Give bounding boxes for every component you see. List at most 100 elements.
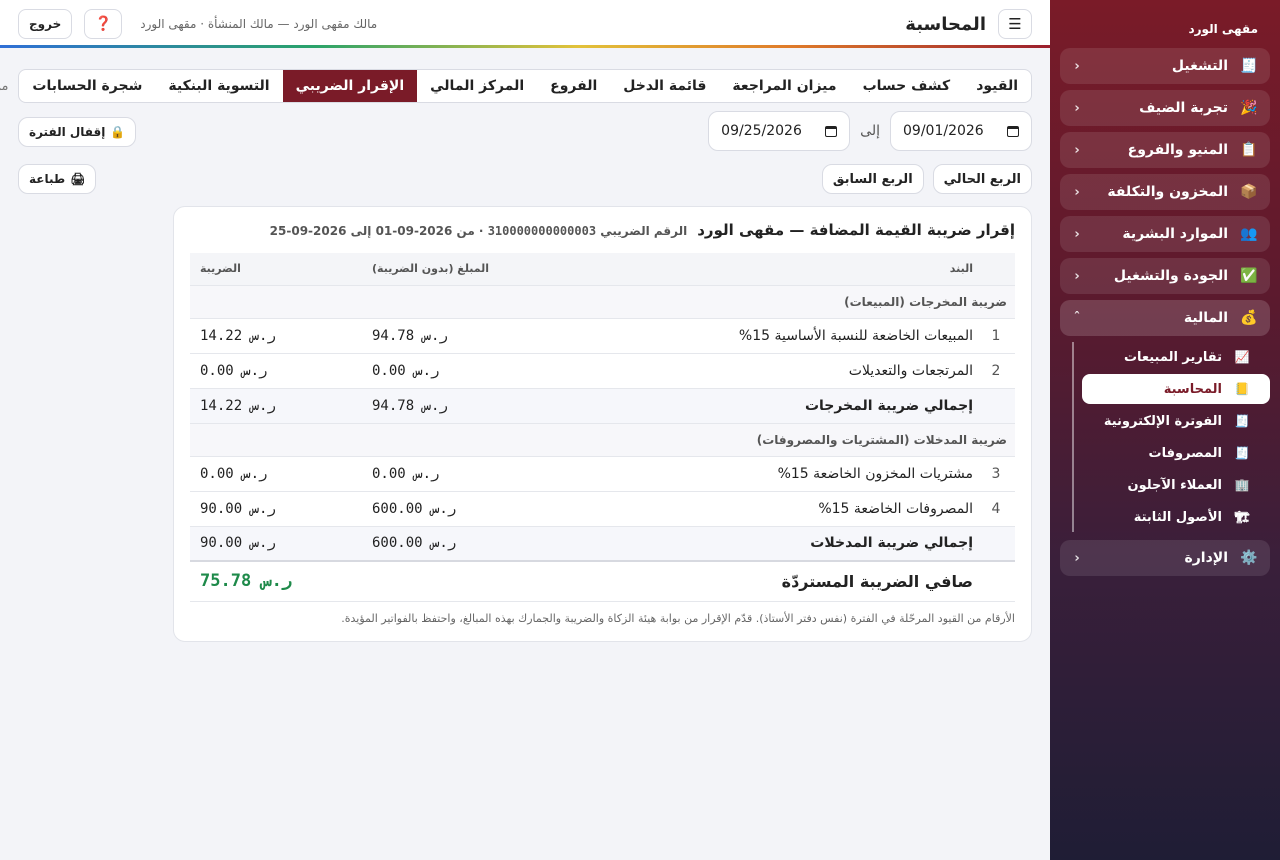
sidebar-subitem-fixed-assets[interactable]: 🏗 الأصول الثابتة (1082, 502, 1270, 532)
current-quarter-button[interactable]: الربع الحالي (932, 164, 1032, 194)
tab-balance-sheet[interactable]: المركز المالي (417, 70, 537, 102)
tab-chart-of-accounts[interactable]: شجرة الحسابات (19, 70, 155, 102)
sidebar-item-label: تجربة الضيف (1139, 100, 1228, 116)
chevron-icon: ‹ (1074, 268, 1080, 284)
sidebar-subitem-e-invoicing[interactable]: 🧾 الفوترة الإلكترونية (1082, 406, 1270, 436)
sidebar-item-menu-branches[interactable]: 📋 المنيو والفروع ‹ (1060, 132, 1270, 168)
section-label: ضريبة المدخلات (المشتريات والمصروفات) (190, 423, 1015, 457)
chart-up-icon: 📈 (1234, 350, 1250, 364)
row-label: المبيعات الخاضعة للنسبة الأساسية 15% (622, 318, 977, 354)
sidebar-subitem-label: الأصول الثابتة (1133, 509, 1222, 525)
sidebar-subitem-label: الفوترة الإلكترونية (1103, 413, 1222, 429)
tab-journal-entries[interactable]: القيود (963, 70, 1031, 102)
previous-quarter-button[interactable]: الربع السابق (821, 164, 924, 194)
row-amount: ر.س 94.78 (362, 318, 622, 354)
receipt-icon: 🧾 (1234, 414, 1250, 428)
sidebar-item-label: الموارد البشرية (1122, 226, 1228, 242)
row-amount: ر.س 0.00 (362, 353, 622, 389)
total-row-output: إجمالي ضريبة المخرجات ر.س 94.78 ر.س 14.2… (190, 388, 1015, 424)
finance-submenu: 📈 تقارير المبيعات 📒 المحاسبة 🧾 الفوترة ا… (1060, 342, 1270, 532)
total-row-input: إجمالي ضريبة المدخلات ر.س 600.00 ر.س 90.… (190, 526, 1015, 562)
row-tax: ر.س 0.00 (190, 353, 362, 389)
chevron-icon: ‹ (1074, 550, 1080, 566)
sidebar-subitem-accounting[interactable]: 📒 المحاسبة (1082, 374, 1270, 404)
sidebar-subitem-label: تقارير المبيعات (1123, 349, 1222, 365)
tab-branches[interactable]: الفروع (537, 70, 610, 102)
col-item-header: البند (622, 253, 977, 286)
receipt-icon: 🧾 (1240, 58, 1258, 74)
calendar-icon[interactable] (1007, 125, 1019, 137)
total-amount: ر.س 94.78 (362, 388, 622, 424)
to-date-input[interactable]: 09/25/2026 (708, 111, 851, 151)
print-button[interactable]: 🖨 طباعة (18, 164, 97, 194)
section-row-output: ضريبة المخرجات (المبيعات) (190, 285, 1015, 319)
sidebar-item-guest-experience[interactable]: 🎉 تجربة الضيف ‹ (1060, 90, 1270, 126)
sidebar-item-operations[interactable]: 🧾 التشغيل ‹ (1060, 48, 1270, 84)
close-period-label: إقفال الفترة (29, 125, 106, 139)
to-date-value: 09/25/2026 (721, 123, 802, 139)
chevron-icon: ‹ (1074, 58, 1080, 74)
sidebar-item-admin[interactable]: ⚙️ الإدارة ‹ (1060, 540, 1270, 576)
from-date-value: 09/01/2026 (903, 123, 984, 139)
total-tax: ر.س 90.00 (190, 526, 362, 562)
vat-return-card: إقرار ضريبة القيمة المضافة — مقهى الورد … (173, 206, 1032, 642)
col-tax-header: الضريبة (190, 253, 362, 286)
office-building-icon: 🏢 (1234, 478, 1250, 492)
row-label: المصروفات الخاضعة 15% (622, 491, 977, 527)
page-title: المحاسبة (905, 13, 986, 35)
sidebar-item-label: المنيو والفروع (1127, 142, 1228, 158)
chevron-up-icon: ˆ (1073, 310, 1081, 326)
sidebar-subitem-credit-customers[interactable]: 🏢 العملاء الآجلون (1082, 470, 1270, 500)
tab-trial-balance[interactable]: ميزان المراجعة (719, 70, 849, 102)
sidebar-subitem-label: المحاسبة (1163, 381, 1222, 397)
sidebar-item-label: المخزون والتكلفة (1107, 184, 1228, 200)
net-tax-row: صافي الضريبة المستردّة ر.س 75.78 (190, 560, 1015, 602)
chevron-icon: ‹ (1074, 226, 1080, 242)
row-number: 2 (977, 353, 1015, 389)
sidebar-item-label: الجودة والتشغيل (1113, 268, 1228, 284)
sidebar-item-finance[interactable]: 💰 المالية ˆ (1060, 300, 1270, 336)
calendar-icon[interactable] (825, 125, 838, 137)
sidebar-item-inventory[interactable]: 📦 المخزون والتكلفة ‹ (1060, 174, 1270, 210)
tin-value: 310000000000003 (487, 224, 597, 238)
sidebar-subitem-label: المصروفات (1148, 445, 1223, 461)
total-amount: ر.س 600.00 (362, 526, 622, 562)
net-tax-value: ر.س 75.78 (190, 560, 362, 602)
sidebar-item-label: المالية (1183, 310, 1228, 326)
row-label: مشتريات المخزون الخاضعة 15% (622, 456, 977, 492)
row-amount: ر.س 600.00 (362, 491, 622, 527)
chevron-icon: ‹ (1074, 184, 1080, 200)
report-tabs-row: القيود كشف حساب ميزان المراجعة قائمة الد… (0, 69, 1032, 103)
main-content: ☰ المحاسبة مالك مقهى الورد — مالك المنشأ… (0, 0, 1050, 860)
vat-return-title: إقرار ضريبة القيمة المضافة — مقهى الورد (697, 221, 1015, 239)
question-icon: ❓ (94, 16, 112, 32)
row-label: المرتجعات والتعديلات (622, 353, 977, 389)
tab-tax-return[interactable]: الإقرار الضريبي (282, 70, 418, 102)
total-label: إجمالي ضريبة المخرجات (622, 388, 977, 424)
brand-name: مقهى الورد (1188, 22, 1258, 36)
sidebar-item-quality[interactable]: ✅ الجودة والتشغيل ‹ (1060, 258, 1270, 294)
row-tax: ر.س 0.00 (190, 456, 362, 492)
construction-icon: 🏗 (1234, 510, 1250, 524)
total-tax: ر.س 14.22 (190, 388, 362, 424)
quarter-shortcuts: الربع الحالي الربع السابق (821, 164, 1032, 194)
close-period-button[interactable]: 🔒 إقفال الفترة (18, 117, 137, 147)
period-range: · من 2026-09-01 إلى 2026-09-25 (269, 224, 484, 238)
tab-bank-reconciliation[interactable]: التسوية البنكية (155, 70, 282, 102)
logout-button[interactable]: خروج (18, 9, 73, 39)
hamburger-icon: ☰ (1008, 15, 1022, 33)
tab-income-statement[interactable]: قائمة الدخل (610, 70, 719, 102)
tab-account-statement[interactable]: كشف حساب (850, 70, 964, 102)
printer-icon: 🖨 (70, 172, 86, 186)
help-button[interactable]: ❓ (84, 9, 123, 39)
table-row: 1 المبيعات الخاضعة للنسبة الأساسية 15% ر… (190, 318, 1015, 354)
sidebar-subitem-expenses[interactable]: 🧾 المصروفات (1082, 438, 1270, 468)
people-icon: 👥 (1240, 226, 1258, 242)
menu-toggle-button[interactable]: ☰ (998, 9, 1032, 39)
clipboard-icon: 📋 (1240, 142, 1258, 158)
sidebar-item-hr[interactable]: 👥 الموارد البشرية ‹ (1060, 216, 1270, 252)
party-icon: 🎉 (1240, 100, 1258, 116)
user-context: مالك مقهى الورد — مالك المنشأة · مقهى ال… (140, 17, 378, 31)
sidebar-subitem-sales-reports[interactable]: 📈 تقارير المبيعات (1082, 342, 1270, 372)
from-date-input[interactable]: 09/01/2026 (890, 111, 1032, 151)
